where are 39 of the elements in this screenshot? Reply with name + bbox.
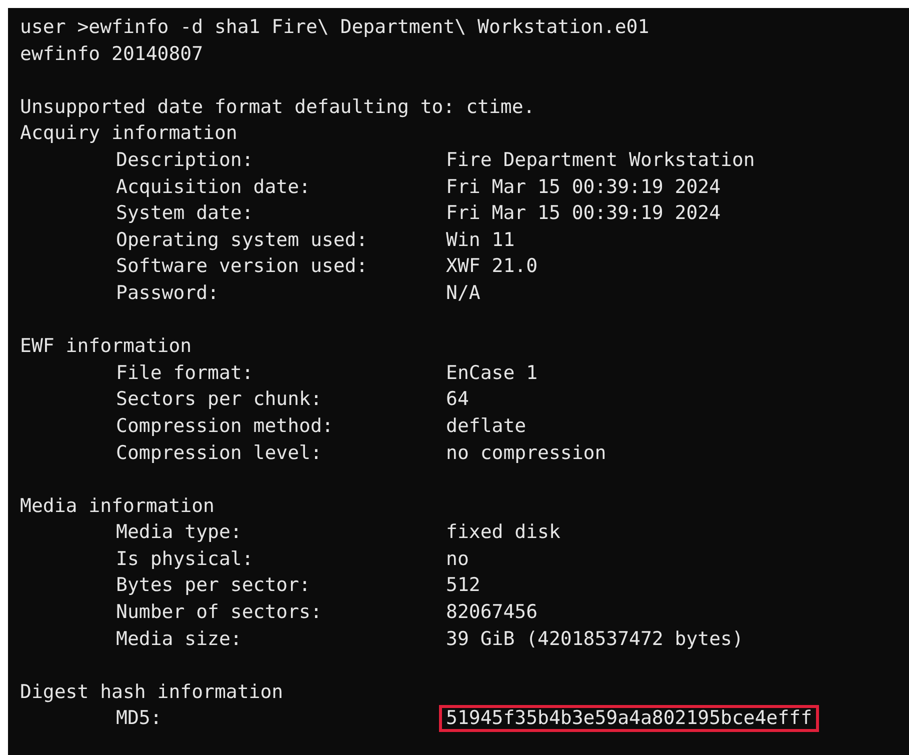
field-value: 64 — [446, 387, 469, 412]
field-value: Fire Department Workstation — [446, 148, 755, 173]
field-value: XWF 21.0 — [446, 254, 538, 280]
field-value: Win 11 — [446, 228, 515, 253]
field-value: no — [446, 546, 469, 572]
terminal-line: ewfinfo 20140807 — [20, 42, 204, 67]
field-label: Media type: — [116, 521, 242, 544]
field-value: Fri Mar 15 00:39:19 2024 — [446, 174, 721, 200]
field-value: N/A — [446, 280, 480, 306]
field-value: 82067456 — [446, 600, 538, 626]
field-value: 51945f35b4b3e59a4a802195bce4efff — [439, 705, 820, 732]
field-value: 512 — [446, 573, 480, 598]
terminal-line: Unsupported date format defaulting to: ctime. — [20, 94, 535, 120]
field-label: Description: — [116, 148, 254, 171]
terminal-line: user >ewfinfo -d sha1 Fire\ Department\ Workstation.e01 — [20, 15, 650, 40]
field-label: Sectors per chunk: — [116, 388, 322, 410]
field-label: Acquisition date: — [116, 176, 310, 198]
field-label: MD5: — [116, 707, 162, 730]
field-label: Media size: — [116, 628, 242, 650]
field-label: Operating system used: — [116, 228, 368, 251]
field-value: no compression — [446, 440, 606, 466]
field-label: Password: — [116, 282, 219, 304]
field-label: System date: — [116, 202, 254, 224]
section-heading: Media information — [20, 494, 214, 519]
field-value: 39 GiB (42018537472 bytes) — [446, 626, 744, 652]
field-label: Number of sectors: — [116, 601, 322, 624]
field-label: Compression method: — [116, 414, 334, 437]
field-value: fixed disk — [446, 520, 560, 546]
field-value: deflate — [446, 414, 526, 439]
field-value: EnCase 1 — [446, 360, 538, 386]
field-label: File format: — [116, 362, 254, 384]
section-heading: Digest hash information — [20, 680, 284, 705]
field-label: Is physical: — [116, 548, 254, 570]
section-heading: Acquiry information — [20, 121, 238, 146]
field-label: Bytes per sector: — [116, 574, 310, 596]
field-value: Fri Mar 15 00:39:19 2024 — [446, 201, 721, 226]
field-label: Software version used: — [116, 255, 368, 278]
field-label: Compression level: — [116, 442, 322, 464]
section-heading: EWF information — [20, 334, 192, 360]
